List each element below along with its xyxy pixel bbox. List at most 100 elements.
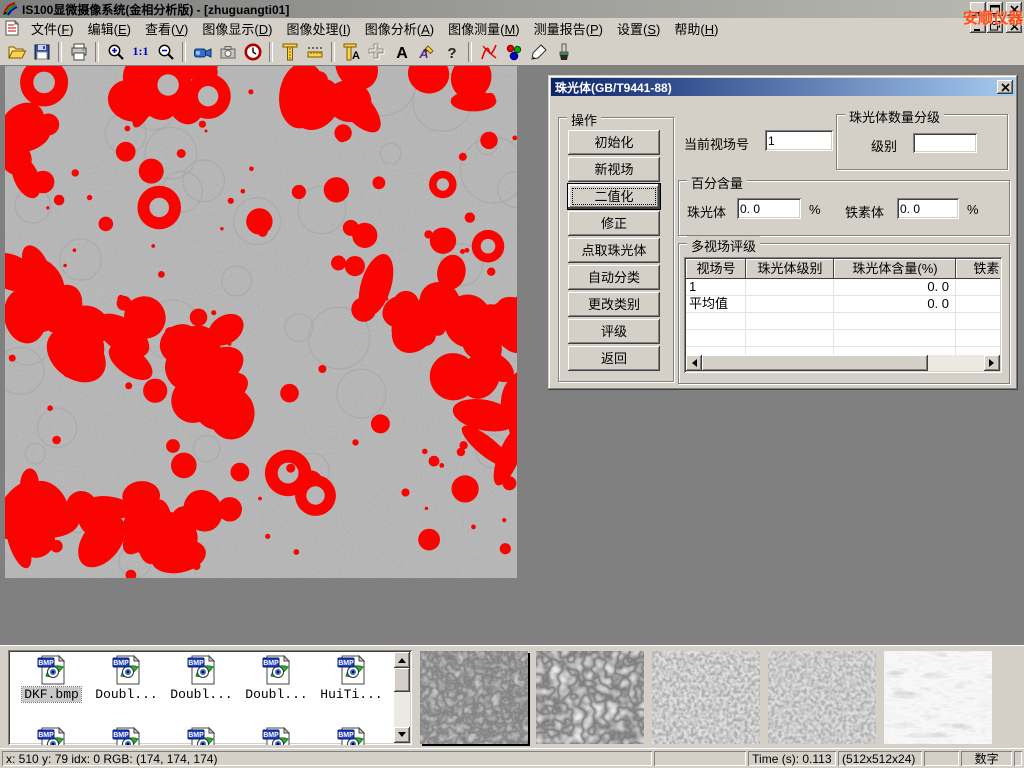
op-button-9[interactable]: 返回 [568, 346, 660, 371]
window-title: IS100显微摄像系统(金相分析版) - [zhuguangti01] [22, 1, 289, 18]
file-name: DKF.bmp [22, 687, 81, 702]
save-icon [32, 42, 52, 62]
save-button[interactable] [29, 40, 54, 64]
mdi-minimize-button[interactable] [970, 19, 986, 33]
zoom-out-button[interactable] [153, 40, 178, 64]
minimize-button[interactable] [970, 2, 986, 16]
op-button-1[interactable]: 初始化 [568, 130, 660, 155]
document-icon[interactable] [4, 20, 20, 36]
svg-text:BMP: BMP [38, 660, 54, 667]
application-window: IS100显微摄像系统(金相分析版) - [zhuguangti01] 安顺仪器… [0, 0, 1024, 768]
curve-tool-button[interactable] [476, 40, 501, 64]
file-item-partial[interactable]: BMP [14, 726, 89, 745]
menu-items: 文件(F)编辑(E)查看(V)图像显示(D)图像处理(I)图像分析(A)图像测量… [24, 17, 725, 40]
table-header-cell[interactable]: 珠光体含量(%) [834, 259, 956, 279]
table-row[interactable] [686, 330, 1000, 347]
table-hscrollbar[interactable] [686, 355, 1000, 371]
file-item[interactable]: BMPDoubl... [164, 654, 239, 702]
op-button-8[interactable]: 评级 [568, 319, 660, 344]
camera-capture-button[interactable] [215, 40, 240, 64]
particle-class-button[interactable] [501, 40, 526, 64]
zoom-in-button[interactable] [103, 40, 128, 64]
table-header-cell[interactable]: 视场号 [686, 259, 746, 279]
file-item[interactable]: BMPDoubl... [239, 654, 314, 702]
zoom-ratio-button[interactable]: 1:1 [128, 40, 153, 64]
toolbar-separator [468, 42, 472, 62]
svg-text:BMP: BMP [188, 660, 204, 667]
video-capture-button[interactable] [190, 40, 215, 64]
table-row[interactable] [686, 347, 1000, 355]
menu-item[interactable]: 图像测量(M) [441, 17, 527, 40]
file-item-partial[interactable]: BMP [239, 726, 314, 745]
table-header-row: 视场号珠光体级别珠光体含量(%)铁素体含量(%) [686, 259, 1000, 279]
scroll-right-button[interactable] [984, 355, 1000, 371]
print-button[interactable] [66, 40, 91, 64]
annotate-tool-button[interactable]: A [414, 40, 439, 64]
measure-text-button[interactable]: A [339, 40, 364, 64]
brush-tool-button[interactable] [551, 40, 576, 64]
op-button-6[interactable]: 自动分类 [568, 265, 660, 290]
thumbnail-1[interactable] [420, 651, 528, 744]
current-view-input[interactable] [765, 130, 833, 151]
open-button[interactable] [4, 40, 29, 64]
thumbnail-4[interactable] [768, 651, 876, 744]
scroll-left-button[interactable] [686, 355, 702, 371]
text-icon: A [392, 42, 412, 62]
caliper-tool-button[interactable] [277, 40, 302, 64]
file-list-vscrollbar[interactable] [394, 652, 410, 743]
menu-item[interactable]: 图像分析(A) [358, 17, 441, 40]
maximize-button[interactable] [987, 2, 1003, 16]
file-item[interactable]: BMP DKF.bmp [14, 654, 89, 702]
colored-balls-icon [504, 42, 524, 62]
close-button[interactable] [1006, 2, 1022, 16]
grade-input[interactable] [913, 133, 977, 153]
menu-item[interactable]: 设置(S) [610, 17, 667, 40]
help-button[interactable]: ? [439, 40, 464, 64]
table-header-cell[interactable]: 珠光体级别 [746, 259, 834, 279]
menu-item[interactable]: 帮助(H) [667, 17, 725, 40]
dialog-close-button[interactable] [997, 80, 1013, 94]
thumbnail-2[interactable] [536, 651, 644, 744]
menu-item[interactable]: 查看(V) [138, 17, 195, 40]
hscroll-thumb[interactable] [702, 355, 928, 371]
op-button-4[interactable]: 修正 [568, 211, 660, 236]
menu-item[interactable]: 图像处理(I) [279, 17, 357, 40]
pointer-pen-button[interactable] [526, 40, 551, 64]
table-row[interactable]: 平均值0. 0 [686, 296, 1000, 313]
file-item-partial[interactable]: BMP [89, 726, 164, 745]
op-button-label: 初始化 [594, 135, 633, 150]
file-item[interactable]: BMPHuiTi... [314, 654, 389, 702]
text-tool-button[interactable]: A [389, 40, 414, 64]
micrograph-image[interactable] [5, 66, 517, 578]
ruler-tool-button[interactable] [302, 40, 327, 64]
file-item-partial[interactable]: BMP [164, 726, 239, 745]
menu-item[interactable]: 编辑(E) [81, 17, 138, 40]
op-button-3[interactable]: 二值化 [568, 184, 660, 209]
thumbnail-5[interactable] [884, 651, 992, 744]
grade-label: 级别 [871, 136, 897, 155]
mdi-restore-button[interactable] [987, 19, 1003, 33]
mdi-close-button[interactable] [1006, 19, 1022, 33]
file-item[interactable]: BMPDoubl... [89, 654, 164, 702]
timer-button[interactable] [240, 40, 265, 64]
op-button-2[interactable]: 新视场 [568, 157, 660, 182]
file-item-partial[interactable]: BMP [314, 726, 389, 745]
op-button-5[interactable]: 点取珠光体 [568, 238, 660, 263]
toolbar-separator [331, 42, 335, 62]
table-row[interactable] [686, 313, 1000, 330]
scroll-down-button[interactable] [394, 727, 410, 743]
table-header-cell[interactable]: 铁素体含量(%) [956, 259, 1000, 279]
pearlite-percent-input[interactable] [737, 198, 801, 219]
vscroll-thumb[interactable] [394, 668, 410, 692]
grid-tool-button[interactable] [364, 40, 389, 64]
scroll-up-button[interactable] [394, 652, 410, 668]
camera-icon [218, 42, 238, 62]
dialog-title-bar[interactable]: 珠光体(GB/T9441-88) [551, 78, 1015, 96]
thumbnail-3[interactable] [652, 651, 760, 744]
menu-item[interactable]: 测量报告(P) [527, 17, 610, 40]
menu-item[interactable]: 文件(F) [24, 17, 81, 40]
op-button-7[interactable]: 更改类别 [568, 292, 660, 317]
ferrite-percent-input[interactable] [897, 198, 959, 219]
menu-item[interactable]: 图像显示(D) [195, 17, 279, 40]
table-row[interactable]: 10. 0 [686, 279, 1000, 296]
